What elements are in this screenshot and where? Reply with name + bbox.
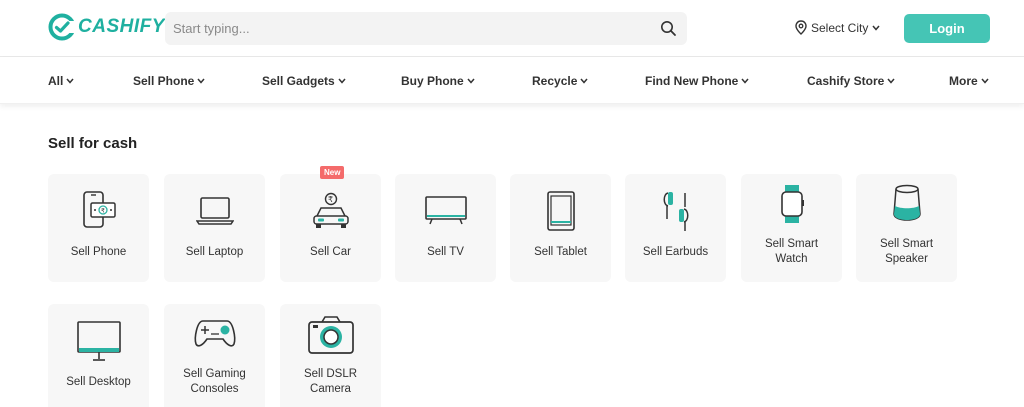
nav-item-label: More xyxy=(949,74,978,88)
card-sell-smart-speaker[interactable]: Sell Smart Speaker xyxy=(856,174,957,282)
card-sell-phone[interactable]: ₹ Sell Phone xyxy=(48,174,149,282)
card-label: Sell Smart xyxy=(879,238,934,250)
card-label-line2: Speaker xyxy=(885,253,928,265)
new-badge: New xyxy=(320,166,345,179)
card-sell-car[interactable]: New ₹ Sell Car xyxy=(280,166,381,282)
phone-cash-icon: ₹ xyxy=(82,191,116,228)
card-label: Sell Earbuds xyxy=(642,246,709,258)
nav-item-label: Sell Phone xyxy=(133,74,195,88)
nav-item-find-new-phone[interactable]: Find New Phone xyxy=(645,74,749,88)
card-label-line2: Watch xyxy=(775,253,808,265)
card-label: Sell TV xyxy=(427,246,464,258)
card-label: Sell DSLR xyxy=(303,368,358,380)
card-label: Sell Gaming xyxy=(183,368,246,380)
card-sell-earbuds[interactable]: Sell Earbuds xyxy=(625,174,726,282)
section-title: Sell for cash xyxy=(48,135,138,152)
card-label: Sell Tablet xyxy=(534,246,587,258)
chevron-down-icon xyxy=(887,78,895,84)
chevron-down-icon xyxy=(338,78,346,84)
location-pin-icon xyxy=(795,20,807,35)
top-header: CASHIFY Select City Login xyxy=(0,0,1024,57)
car-icon: ₹ xyxy=(312,192,349,228)
nav-item-label: Sell Gadgets xyxy=(262,74,335,88)
card-label: Sell Laptop xyxy=(185,246,244,258)
card-label: Sell Phone xyxy=(70,246,127,258)
card-sell-gaming-consoles[interactable]: Sell Gaming Consoles xyxy=(164,304,265,407)
nav-item-label: Buy Phone xyxy=(401,74,464,88)
svg-text:₹: ₹ xyxy=(101,208,105,215)
card-sell-tablet[interactable]: Sell Tablet xyxy=(510,174,611,282)
svg-text:₹: ₹ xyxy=(328,195,333,204)
search-bar[interactable] xyxy=(165,12,687,45)
chevron-down-icon xyxy=(66,78,74,84)
nav-item-label: Recycle xyxy=(532,74,578,88)
tablet-icon xyxy=(546,191,575,231)
select-city-label: Select City xyxy=(811,20,869,35)
nav-item-more[interactable]: More xyxy=(949,74,989,88)
card-label: Sell Smart xyxy=(764,238,819,250)
nav-item-cashify-store[interactable]: Cashify Store xyxy=(807,74,895,88)
tv-icon xyxy=(424,196,467,225)
nav-item-buy-phone[interactable]: Buy Phone xyxy=(401,74,475,88)
nav-item-sell-phone[interactable]: Sell Phone xyxy=(133,74,205,88)
cashify-logo-icon xyxy=(48,13,76,41)
chevron-down-icon xyxy=(467,78,475,84)
chevron-down-icon xyxy=(872,25,880,31)
login-button[interactable]: Login xyxy=(904,14,990,43)
card-label: Sell Desktop xyxy=(66,376,131,388)
smartwatch-icon xyxy=(780,185,804,223)
category-nav: All Sell Phone Sell Gadgets Buy Phone Re… xyxy=(0,57,1024,104)
card-sell-tv[interactable]: Sell TV xyxy=(395,174,496,282)
nav-item-sell-gadgets[interactable]: Sell Gadgets xyxy=(262,74,346,88)
card-label-line2: Consoles xyxy=(190,383,239,395)
desktop-icon xyxy=(76,321,121,361)
card-label: Sell Car xyxy=(310,246,351,258)
select-city-dropdown[interactable]: Select City xyxy=(795,20,884,35)
search-icon[interactable] xyxy=(660,20,677,37)
cashify-logo[interactable]: CASHIFY xyxy=(48,13,165,41)
nav-item-all[interactable]: All xyxy=(48,74,74,88)
nav-item-label: Find New Phone xyxy=(645,74,739,88)
smart-speaker-icon xyxy=(892,184,921,221)
nav-item-label: Cashify Store xyxy=(807,74,885,88)
card-sell-dslr-camera[interactable]: Sell DSLR Camera xyxy=(280,304,381,407)
earbuds-icon xyxy=(663,192,688,231)
card-sell-smart-watch[interactable]: Sell Smart Watch xyxy=(741,174,842,282)
search-input[interactable] xyxy=(165,12,645,45)
card-sell-laptop[interactable]: Sell Laptop xyxy=(164,174,265,282)
chevron-down-icon xyxy=(580,78,588,84)
card-sell-desktop[interactable]: Sell Desktop xyxy=(48,304,149,407)
laptop-icon xyxy=(195,197,234,225)
chevron-down-icon xyxy=(981,78,989,84)
chevron-down-icon xyxy=(741,78,749,84)
gamepad-icon xyxy=(194,320,235,347)
nav-item-label: All xyxy=(48,74,64,88)
card-label-line2: Camera xyxy=(310,383,351,395)
nav-item-recycle[interactable]: Recycle xyxy=(532,74,588,88)
logo-text: CASHIFY xyxy=(78,16,165,37)
camera-icon xyxy=(307,316,354,354)
chevron-down-icon xyxy=(197,78,205,84)
